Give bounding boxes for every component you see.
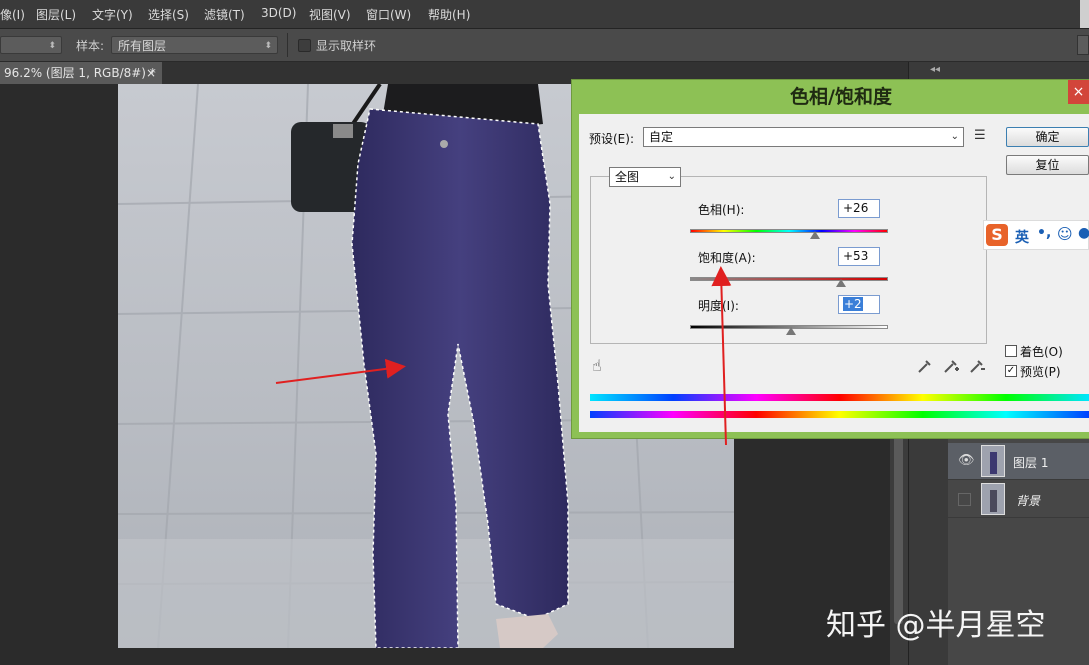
menu-bar: 像(I) 图层(L) 文字(Y) 选择(S) 滤镜(T) 3D(D) 视图(V)…: [0, 0, 1089, 29]
eyedropper-minus-icon[interactable]: [969, 358, 985, 374]
channel-select[interactable]: 全图 ⌄: [609, 167, 681, 187]
saturation-slider[interactable]: [690, 277, 888, 281]
dialog-title: 色相/饱和度: [790, 86, 892, 108]
layer-thumbnail: [981, 483, 1005, 515]
separator: [287, 33, 288, 57]
dialog-close-button[interactable]: ×: [1068, 80, 1089, 104]
ime-language-toggle[interactable]: 英: [1015, 227, 1029, 247]
ime-toolbar: S 英 •, ☺ ●: [983, 220, 1089, 250]
visibility-toggle[interactable]: [958, 493, 971, 506]
adjust-group: [590, 176, 987, 344]
output-color-bar: [590, 411, 1089, 418]
menu-type[interactable]: 文字(Y): [92, 6, 133, 23]
close-icon[interactable]: ×: [146, 62, 156, 84]
microphone-icon[interactable]: ●: [1078, 225, 1089, 241]
saturation-input[interactable]: +53: [838, 247, 880, 266]
chevron-down-icon: ⌄: [667, 171, 676, 182]
eye-icon[interactable]: 👁: [958, 453, 975, 468]
preset-select[interactable]: 自定 ⌄: [643, 127, 964, 147]
watermark: 知乎 @半月星空: [826, 608, 1046, 643]
chevron-down-icon: ⌄: [950, 131, 959, 142]
ok-button[interactable]: 确定: [1006, 127, 1089, 147]
channel-value: 全图: [615, 170, 640, 184]
menu-view[interactable]: 视图(V): [309, 6, 351, 23]
hue-slider[interactable]: [690, 229, 888, 233]
lightness-input[interactable]: +2: [838, 295, 880, 314]
sample-value: 所有图层: [118, 39, 167, 53]
menu-image[interactable]: 像(I): [0, 6, 25, 23]
lightness-value: +2: [843, 297, 863, 311]
layer-name: 图层 1: [1013, 456, 1049, 470]
hue-label: 色相(H):: [698, 203, 745, 217]
lightness-label: 明度(I):: [698, 299, 739, 313]
punctuation-icon[interactable]: •,: [1037, 225, 1051, 241]
window-edge: [1080, 0, 1089, 28]
chevron-down-icon: ⬍: [264, 41, 272, 51]
eyedropper-plus-icon[interactable]: [943, 358, 959, 374]
eyedropper-icon[interactable]: [917, 358, 933, 374]
menu-3d[interactable]: 3D(D): [261, 6, 296, 20]
sample-label: 样本:: [76, 39, 105, 53]
sample-select[interactable]: 所有图层 ⬍: [111, 36, 278, 54]
document-tab[interactable]: 96.2% (图层 1, RGB/8#) * ×: [0, 62, 162, 84]
preset-options-icon[interactable]: ☰: [974, 128, 986, 143]
saturation-slider-thumb[interactable]: [836, 279, 846, 287]
show-ring-checkbox[interactable]: [298, 39, 311, 52]
options-bar: ⬍ 样本: 所有图层 ⬍ 显示取样环: [0, 29, 1089, 62]
preview-checkbox[interactable]: ✓: [1005, 365, 1017, 377]
menu-layer[interactable]: 图层(L): [36, 6, 76, 23]
emoji-icon[interactable]: ☺: [1057, 225, 1073, 243]
lightness-slider-thumb[interactable]: [786, 327, 796, 335]
targeted-adjust-hand-icon[interactable]: ☝: [592, 356, 602, 375]
preset-label: 预设(E):: [589, 132, 634, 146]
layer-name: 背景: [1016, 494, 1041, 508]
ime-logo-icon: S: [986, 224, 1008, 246]
colorize-label: 着色(O): [1020, 345, 1063, 359]
preset-value: 自定: [649, 130, 674, 144]
show-ring-label: 显示取样环: [316, 39, 377, 53]
collapse-icon[interactable]: ◂◂: [930, 64, 940, 75]
hue-input[interactable]: +26: [838, 199, 880, 218]
colorize-checkbox[interactable]: [1005, 345, 1017, 357]
document-tab-title: 96.2% (图层 1, RGB/8#) *: [4, 66, 156, 80]
saturation-label: 饱和度(A):: [698, 251, 756, 265]
hue-slider-thumb[interactable]: [810, 231, 820, 239]
layer-thumbnail: [981, 445, 1005, 477]
layer-row[interactable]: 背景: [948, 481, 1089, 518]
workspace-button[interactable]: [1077, 35, 1089, 55]
menu-help[interactable]: 帮助(H): [428, 6, 470, 23]
menu-select[interactable]: 选择(S): [148, 6, 189, 23]
sample-size-select[interactable]: ⬍: [0, 36, 62, 54]
chevron-down-icon: ⬍: [48, 41, 56, 51]
preview-label: 预览(P): [1020, 365, 1061, 379]
input-color-bar: [590, 394, 1089, 401]
menu-window[interactable]: 窗口(W): [366, 6, 411, 23]
layer-row[interactable]: 👁 图层 1: [948, 443, 1089, 480]
reset-button[interactable]: 复位: [1006, 155, 1089, 175]
menu-filter[interactable]: 滤镜(T): [204, 6, 245, 23]
